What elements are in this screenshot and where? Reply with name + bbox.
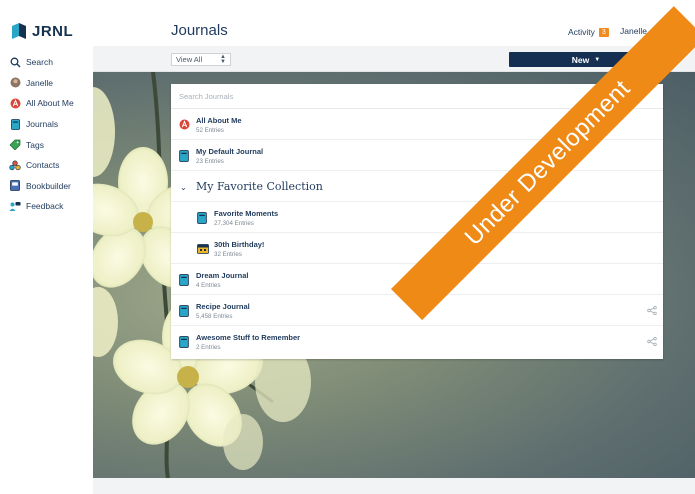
book-icon	[9, 180, 21, 192]
sidebar-item-feedback[interactable]: Feedback	[9, 196, 74, 217]
collection-title: My Favorite Collection	[196, 180, 323, 193]
select-arrows-icon: ▲ ▼	[220, 53, 226, 65]
journal-entries: 4 Entries	[196, 282, 221, 289]
view-filter-value: View All	[176, 55, 203, 64]
journal-icon	[9, 118, 21, 130]
toolbar: View All ▲ ▼ New ▼	[93, 46, 695, 72]
journal-title: Dream Journal	[196, 271, 249, 280]
calendar-journal-icon	[197, 244, 209, 254]
sidebar-item-label: Janelle	[26, 77, 53, 88]
journal-icon	[179, 150, 189, 162]
search-icon	[9, 56, 21, 68]
search-journals-input[interactable]: Search Journals	[171, 84, 663, 109]
journal-icon	[179, 274, 189, 286]
journal-title: Awesome Stuff to Remember	[196, 333, 301, 342]
share-icon[interactable]	[647, 306, 657, 315]
avatar-icon	[9, 77, 21, 89]
contacts-icon	[9, 159, 21, 171]
tag-icon	[9, 139, 21, 151]
sidebar-item-all-about-me[interactable]: All About Me	[9, 93, 74, 114]
sidebar-item-label: Search	[26, 57, 53, 68]
all-about-me-icon	[9, 97, 21, 109]
sidebar-item-label: Journals	[26, 119, 59, 130]
page-title: Journals	[171, 22, 228, 39]
avatar	[652, 24, 666, 37]
journal-title: Favorite Moments	[214, 209, 279, 218]
sidebar-item-label: All About Me	[26, 98, 74, 109]
journal-title: Recipe Journal	[196, 302, 250, 311]
activity-label: Activity	[568, 27, 595, 37]
sidebar-item-janelle[interactable]: Janelle	[9, 73, 74, 94]
user-menu[interactable]: Janelle	[620, 24, 666, 37]
collection-header[interactable]: ⌄ My Favorite Collection	[171, 171, 663, 202]
journal-entries: 23 Entries	[196, 158, 224, 165]
journal-entries: 2 Entries	[196, 344, 221, 351]
sidebar-item-label: Tags	[26, 139, 44, 150]
journals-panel: Search Journals All About Me 52 Entries …	[171, 84, 663, 359]
journal-entries: 32 Entries	[214, 251, 242, 258]
journal-icon	[179, 336, 189, 348]
new-button[interactable]: New ▼	[509, 52, 663, 67]
journal-row-my-default-journal[interactable]: My Default Journal 23 Entries	[171, 140, 663, 171]
journal-entries: 5,458 Entries	[196, 313, 233, 320]
logo-icon	[12, 23, 26, 39]
new-button-label: New	[571, 54, 590, 65]
journal-row-recipe-journal[interactable]: Recipe Journal 5,458 Entries	[171, 295, 663, 326]
sidebar-item-bookbuilder[interactable]: Bookbuilder	[9, 176, 74, 197]
all-about-me-icon	[179, 119, 190, 130]
journal-entries: 27,304 Entries	[214, 220, 254, 227]
share-icon[interactable]	[647, 337, 657, 346]
sidebar-item-search[interactable]: Search	[9, 52, 74, 73]
footer-strip	[93, 478, 695, 494]
journal-row-dream-journal[interactable]: Dream Journal 4 Entries	[171, 264, 663, 295]
logo[interactable]: JRNL	[10, 22, 73, 40]
sidebar-item-label: Bookbuilder	[26, 180, 71, 191]
chevron-down-icon[interactable]: ⌄	[180, 183, 187, 192]
journal-entries: 52 Entries	[196, 127, 224, 134]
logo-text: JRNL	[32, 22, 74, 40]
journal-row-all-about-me[interactable]: All About Me 52 Entries	[171, 109, 663, 140]
journal-icon	[179, 305, 189, 317]
journal-icon	[197, 212, 207, 224]
journal-title: 30th Birthday!	[214, 240, 265, 249]
journal-row-favorite-moments[interactable]: Favorite Moments 27,304 Entries	[171, 202, 663, 233]
sidebar-item-journals[interactable]: Journals	[9, 114, 74, 135]
view-filter-select[interactable]: View All ▲ ▼	[171, 53, 231, 66]
journal-row-awesome-stuff[interactable]: Awesome Stuff to Remember 2 Entries	[171, 326, 663, 357]
sidebar-item-tags[interactable]: Tags	[9, 134, 74, 155]
header: Journals Activity 3 Janelle	[93, 0, 695, 46]
journal-title: All About Me	[196, 116, 242, 125]
sidebar-item-label: Contacts	[26, 160, 60, 171]
sidebar-item-contacts[interactable]: Contacts	[9, 155, 74, 176]
sidebar-nav: Search Janelle All About Me Journals Tag…	[9, 52, 74, 217]
user-name: Janelle	[620, 25, 647, 36]
sidebar-item-label: Feedback	[26, 201, 64, 212]
sidebar: JRNL Search Janelle All About Me Journal…	[0, 0, 93, 494]
journal-title: My Default Journal	[196, 147, 264, 156]
journal-row-30th-birthday[interactable]: 30th Birthday! 32 Entries	[171, 233, 663, 264]
feedback-icon	[9, 200, 21, 212]
activity-link[interactable]: Activity 3	[568, 27, 609, 37]
caret-down-icon: ▼	[594, 56, 601, 63]
activity-count-badge: 3	[598, 27, 609, 37]
